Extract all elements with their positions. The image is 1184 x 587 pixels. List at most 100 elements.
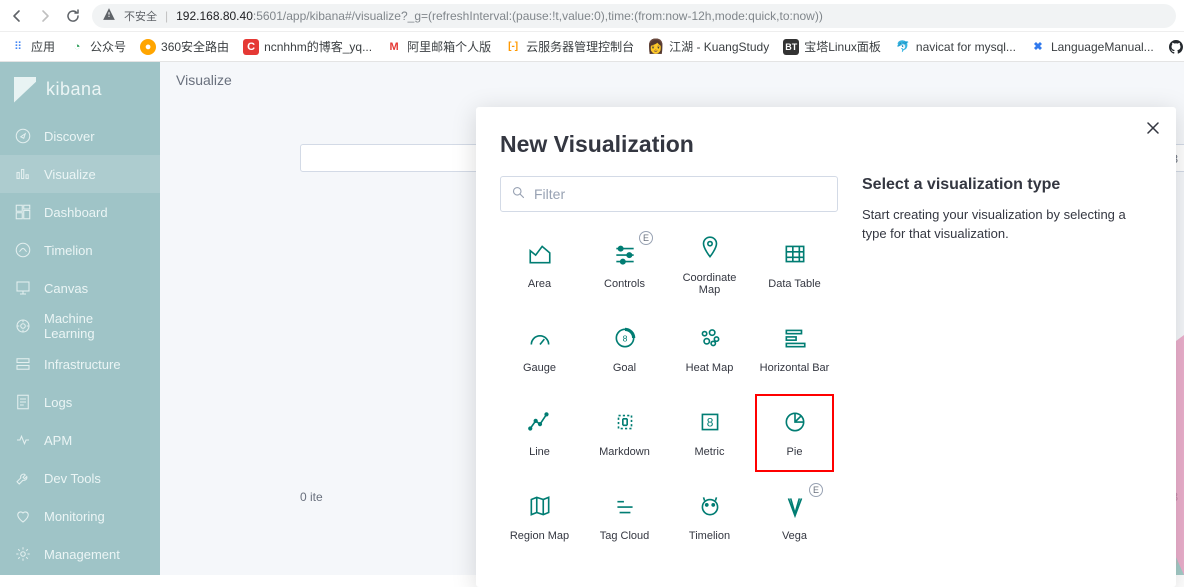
goal-icon: 8	[612, 325, 638, 354]
filter-input[interactable]	[534, 186, 827, 202]
viz-type-coordmap[interactable]: Coordinate Map	[670, 226, 749, 304]
heatmap-icon	[697, 325, 723, 354]
sidebar-item-infrastructure[interactable]: Infrastructure	[0, 345, 160, 383]
sidebar-item-label: Logs	[44, 395, 72, 410]
viz-type-label: Markdown	[599, 446, 650, 458]
regionmap-icon	[527, 493, 553, 522]
bookmarks-bar: ⠿应用 ◔公众号 ●360安全路由 Cncnhhm的博客_yq... M阿里邮箱…	[0, 32, 1184, 62]
sidebar-item-label: Infrastructure	[44, 357, 121, 372]
bookmark-item[interactable]: ●360安全路由	[140, 38, 229, 55]
sidebar-item-label: Machine Learning	[44, 311, 146, 341]
search-icon	[511, 185, 526, 203]
viz-type-label: Region Map	[510, 530, 569, 542]
sidebar-item-timelion[interactable]: Timelion	[0, 231, 160, 269]
kibana-logo[interactable]: kibana	[0, 62, 160, 117]
back-button[interactable]	[8, 7, 26, 25]
viz-type-label: Line	[529, 446, 550, 458]
url-text: 192.168.80.40:5601/app/kibana#/visualize…	[176, 9, 823, 23]
viz-type-label: Timelion	[689, 530, 730, 542]
viz-type-label: Gauge	[523, 362, 556, 374]
filter-input-wrap[interactable]	[500, 176, 838, 212]
viz-type-pie[interactable]: Pie	[755, 394, 834, 472]
reload-button[interactable]	[64, 7, 82, 25]
sidebar-item-dashboard[interactable]: Dashboard	[0, 193, 160, 231]
sidebar-item-monitoring[interactable]: Monitoring	[0, 497, 160, 535]
viz-type-table[interactable]: Data Table	[755, 226, 834, 304]
new-visualization-modal: New Visualization Area EControls Coordinat…	[476, 107, 1176, 587]
apm-icon	[14, 431, 32, 449]
coordmap-icon	[697, 235, 723, 264]
viz-type-label: Coordinate Map	[671, 272, 748, 296]
modal-close-button[interactable]	[1146, 121, 1160, 140]
timelion-icon	[14, 241, 32, 259]
sidebar-item-label: Visualize	[44, 167, 96, 182]
main-content: Visualize 1–8 of 8 0 ite 1–8 of 8 CSDN @…	[160, 62, 1184, 575]
viz-type-markdown[interactable]: Markdown	[585, 394, 664, 472]
sidebar-item-ml[interactable]: Machine Learning	[0, 307, 160, 345]
viz-type-label: Tag Cloud	[600, 530, 650, 542]
viz-type-gauge[interactable]: Gauge	[500, 310, 579, 388]
bookmark-item[interactable]: GitHub	[1168, 39, 1184, 55]
markdown-icon	[612, 409, 638, 438]
bookmark-item[interactable]: 👩江湖 - KuangStudy	[648, 38, 769, 55]
sidebar-item-label: APM	[44, 433, 72, 448]
sidebar-item-devtools[interactable]: Dev Tools	[0, 459, 160, 497]
kibana-sidebar: kibana Discover Visualize Dashboard Time…	[0, 62, 160, 575]
forward-button[interactable]	[36, 7, 54, 25]
kibana-logo-icon	[14, 77, 36, 103]
dashboard-icon	[14, 203, 32, 221]
sidebar-item-canvas[interactable]: Canvas	[0, 269, 160, 307]
metric-icon: 8	[697, 409, 723, 438]
wrench-icon	[14, 469, 32, 487]
compass-icon	[14, 127, 32, 145]
apps-button[interactable]: ⠿应用	[10, 38, 55, 55]
viz-type-timelion[interactable]: Timelion	[670, 478, 749, 556]
bookmark-item[interactable]: BT宝塔Linux面板	[783, 38, 881, 55]
viz-type-area[interactable]: Area	[500, 226, 579, 304]
tagcloud-icon	[612, 493, 638, 522]
viz-type-label: Heat Map	[686, 362, 734, 374]
browser-toolbar: 不安全 | 192.168.80.40:5601/app/kibana#/vis…	[0, 0, 1184, 32]
table-icon	[782, 241, 808, 270]
heart-icon	[14, 507, 32, 525]
bookmark-item[interactable]: ◔公众号	[69, 38, 126, 55]
bookmark-item[interactable]: 🐬navicat for mysql...	[895, 39, 1016, 55]
viz-type-label: Area	[528, 278, 551, 290]
sidebar-item-visualize[interactable]: Visualize	[0, 155, 160, 193]
canvas-icon	[14, 279, 32, 297]
chart-icon	[14, 165, 32, 183]
viz-type-label: Horizontal Bar	[760, 362, 830, 374]
bookmark-item[interactable]: M阿里邮箱个人版	[386, 38, 491, 55]
viz-type-tagcloud[interactable]: Tag Cloud	[585, 478, 664, 556]
bookmark-item[interactable]: [-]云服务器管理控制台	[505, 38, 634, 55]
sidebar-item-discover[interactable]: Discover	[0, 117, 160, 155]
viz-type-regionmap[interactable]: Region Map	[500, 478, 579, 556]
sidebar-item-label: Management	[44, 547, 120, 562]
timelion-icon	[697, 493, 723, 522]
viz-type-goal[interactable]: 8Goal	[585, 310, 664, 388]
viz-type-label: Metric	[695, 446, 725, 458]
experimental-badge: E	[809, 483, 823, 497]
bookmark-item[interactable]: Cncnhhm的博客_yq...	[243, 38, 372, 55]
viz-type-vega[interactable]: EVega	[755, 478, 834, 556]
modal-title: New Visualization	[476, 107, 1176, 176]
viz-type-controls[interactable]: EControls	[585, 226, 664, 304]
insecure-label: 不安全	[124, 8, 157, 24]
viz-type-hbar[interactable]: Horizontal Bar	[755, 310, 834, 388]
bookmark-item[interactable]: ✖LanguageManual...	[1030, 39, 1154, 55]
viz-type-label: Pie	[787, 446, 803, 458]
viz-type-heatmap[interactable]: Heat Map	[670, 310, 749, 388]
sidebar-item-management[interactable]: Management	[0, 535, 160, 573]
viz-type-line[interactable]: Line	[500, 394, 579, 472]
sidebar-item-logs[interactable]: Logs	[0, 383, 160, 421]
sidebar-item-label: Canvas	[44, 281, 88, 296]
vega-icon	[782, 493, 808, 522]
controls-icon	[612, 241, 638, 270]
address-bar[interactable]: 不安全 | 192.168.80.40:5601/app/kibana#/vis…	[92, 4, 1176, 28]
insecure-icon	[102, 7, 116, 24]
viz-type-metric[interactable]: 8 Metric	[670, 394, 749, 472]
sidebar-item-apm[interactable]: APM	[0, 421, 160, 459]
gauge-icon	[527, 325, 553, 354]
svg-text:8: 8	[622, 333, 627, 343]
sidebar-item-label: Timelion	[44, 243, 93, 258]
